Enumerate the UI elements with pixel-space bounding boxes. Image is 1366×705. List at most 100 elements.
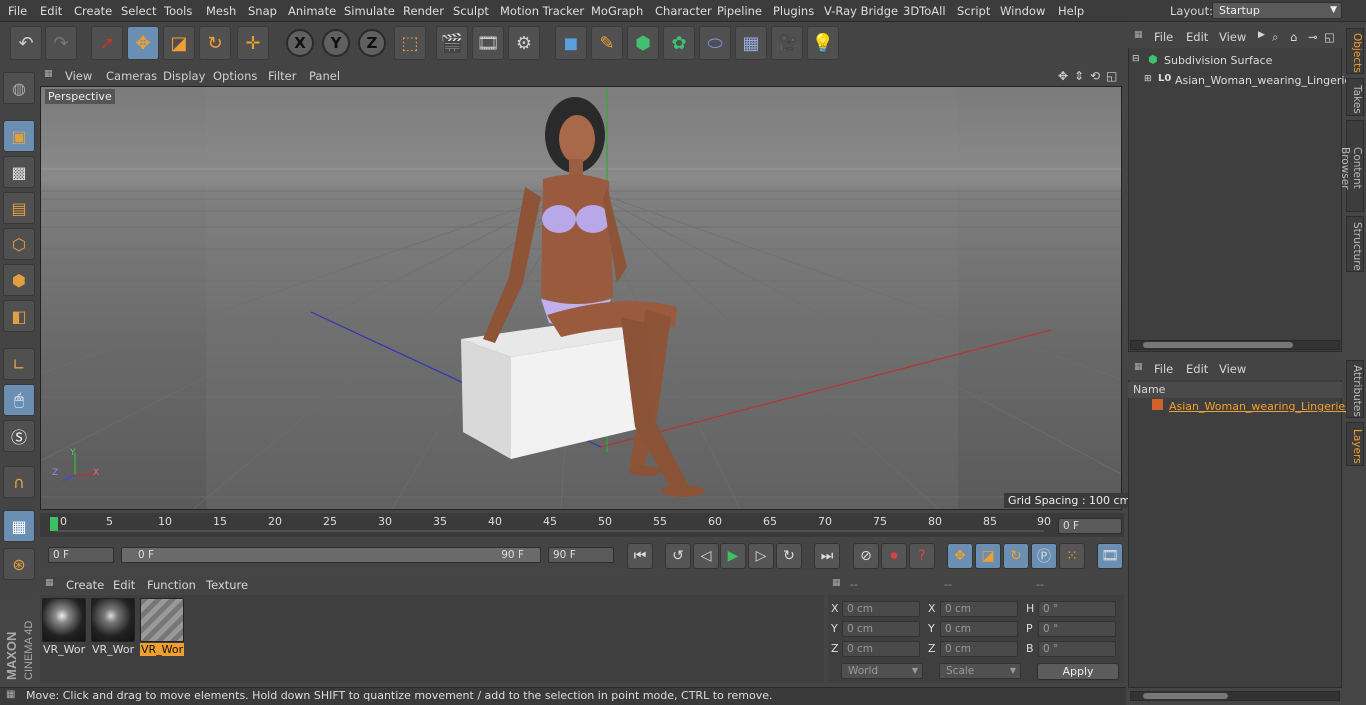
rotate-icon[interactable]: ↻ xyxy=(199,26,231,60)
timeline-ruler[interactable] xyxy=(40,513,1124,537)
menu-character[interactable]: Character xyxy=(655,4,712,18)
render-picture-viewer-icon[interactable]: 🎞 xyxy=(472,26,504,60)
viewport-menu-panel[interactable]: Panel xyxy=(309,69,340,83)
pen-icon[interactable]: ✎ xyxy=(591,26,623,60)
viewport-menu-display[interactable]: Display xyxy=(163,69,205,83)
end-frame-field[interactable]: 90 F xyxy=(548,547,614,563)
material-thumbnail[interactable] xyxy=(42,598,86,642)
key-scale-icon[interactable]: ◪ xyxy=(975,543,1001,569)
layer-menu-view[interactable]: View xyxy=(1219,362,1246,376)
material-menu-create[interactable]: Create xyxy=(66,578,104,592)
menu-edit[interactable]: Edit xyxy=(40,4,62,18)
material-name[interactable]: VR_Wor xyxy=(43,643,85,656)
axis-mode-icon[interactable]: ∟ xyxy=(3,348,35,380)
start-frame-field[interactable]: 0 F xyxy=(48,547,114,563)
menu-3dtoall[interactable]: 3DToAll xyxy=(903,4,946,18)
key-rotation-icon[interactable]: ↻ xyxy=(1003,543,1029,569)
object-hscroll[interactable] xyxy=(1130,340,1340,350)
material-name-selected[interactable]: VR_Wor xyxy=(140,643,185,656)
transform-mode-dropdown[interactable]: Scale ▼ xyxy=(939,663,1021,679)
layer-menu-file[interactable]: File xyxy=(1154,362,1173,376)
link-icon[interactable]: ⊸ xyxy=(1308,30,1318,44)
menu-motion-tracker[interactable]: Motion Tracker xyxy=(500,4,584,18)
tab-attributes[interactable]: Attributes xyxy=(1346,360,1364,418)
render-view-icon[interactable]: 🎬 xyxy=(436,26,468,60)
live-select-icon[interactable]: ✛ xyxy=(237,26,269,60)
pos-z-field[interactable]: 0 cm xyxy=(842,641,920,657)
y-axis-icon[interactable]: Y xyxy=(322,29,350,57)
object-hscroll-thumb[interactable] xyxy=(1143,342,1293,348)
cloner-icon[interactable]: ✿ xyxy=(663,26,695,60)
menu-simulate[interactable]: Simulate xyxy=(344,4,395,18)
workplane-lock-icon[interactable]: ▦ xyxy=(3,510,35,542)
tab-takes[interactable]: Takes xyxy=(1346,78,1364,116)
menu-pipeline[interactable]: Pipeline xyxy=(717,4,762,18)
search-icon[interactable]: ⌕ xyxy=(1272,30,1278,45)
material-name[interactable]: VR_Wor xyxy=(92,643,134,656)
undo-icon[interactable]: ↶ xyxy=(10,26,42,60)
viewport-menu-cameras[interactable]: Cameras xyxy=(106,69,157,83)
redo-icon[interactable]: ↷ xyxy=(45,26,77,60)
texture-mode-icon[interactable]: ▩ xyxy=(3,156,35,188)
rot-h-field[interactable]: 0 ° xyxy=(1038,601,1116,617)
viewport-zoom-icon[interactable]: ⇕ xyxy=(1074,69,1084,83)
material-menu-texture[interactable]: Texture xyxy=(206,578,248,592)
previous-key-icon[interactable]: ↺ xyxy=(665,543,691,569)
menu-mesh[interactable]: Mesh xyxy=(206,4,236,18)
autokey-icon[interactable]: ? xyxy=(909,543,935,569)
floor-icon[interactable]: ▦ xyxy=(735,26,767,60)
menu-snap[interactable]: Snap xyxy=(248,4,277,18)
current-frame-field[interactable]: 0 F xyxy=(1058,518,1122,534)
key-point-level-icon[interactable]: ⁙ xyxy=(1059,543,1085,569)
quantize-icon[interactable]: ⊛ xyxy=(3,548,35,580)
pos-y-field[interactable]: 0 cm xyxy=(842,621,920,637)
viewport-rotate-icon[interactable]: ⟲ xyxy=(1090,69,1100,83)
viewport-move-icon[interactable]: ✥ xyxy=(1058,69,1068,83)
record-icon[interactable]: ⏺ xyxy=(881,543,907,569)
next-frame-icon[interactable]: ▷ xyxy=(748,543,774,569)
layer-hscroll-thumb[interactable] xyxy=(1143,693,1228,699)
menu-mograph[interactable]: MoGraph xyxy=(591,4,643,18)
frame-range-slider[interactable]: 0 F 90 F xyxy=(121,547,541,563)
z-axis-icon[interactable]: Z xyxy=(358,29,386,57)
object-item-asian-woman[interactable]: Asian_Woman_wearing_Lingerie_ xyxy=(1175,74,1357,87)
subdivision-icon[interactable]: ⬢ xyxy=(627,26,659,60)
coordinate-mode-dropdown[interactable]: World ▼ xyxy=(841,663,923,679)
menu-plugins[interactable]: Plugins xyxy=(773,4,814,18)
apply-button[interactable]: Apply xyxy=(1037,663,1119,680)
menu-select[interactable]: Select xyxy=(121,4,156,18)
menu-animate[interactable]: Animate xyxy=(288,4,336,18)
edges-mode-icon[interactable]: ⬢ xyxy=(3,264,35,296)
key-position-icon[interactable]: ✥ xyxy=(947,543,973,569)
x-axis-icon[interactable]: X xyxy=(286,29,314,57)
size-y-field[interactable]: 0 cm xyxy=(940,621,1018,637)
workplane-icon[interactable]: ▤ xyxy=(3,192,35,224)
home-icon[interactable]: ⌂ xyxy=(1290,30,1297,44)
play-icon[interactable]: ▶ xyxy=(720,543,746,569)
move-icon[interactable]: ✥ xyxy=(127,26,159,60)
go-to-end-icon[interactable]: ⏭ xyxy=(814,543,840,569)
rot-p-field[interactable]: 0 ° xyxy=(1038,621,1116,637)
next-key-icon[interactable]: ↻ xyxy=(776,543,802,569)
viewport-menu-filter[interactable]: Filter xyxy=(268,69,296,83)
size-x-field[interactable]: 0 cm xyxy=(940,601,1018,617)
layer-color-swatch[interactable] xyxy=(1152,399,1163,410)
polygons-mode-icon[interactable]: ◧ xyxy=(3,300,35,332)
light-icon[interactable]: 💡 xyxy=(807,26,839,60)
viewport-menu-options[interactable]: Options xyxy=(213,69,257,83)
select-icon[interactable]: ➚ xyxy=(91,26,123,60)
tab-objects[interactable]: Objects xyxy=(1346,28,1364,74)
menu-create[interactable]: Create xyxy=(74,4,112,18)
make-editable-icon[interactable]: ◍ xyxy=(3,72,35,104)
menu-window[interactable]: Window xyxy=(1000,4,1045,18)
pos-x-field[interactable]: 0 cm xyxy=(842,601,920,617)
menu-render[interactable]: Render xyxy=(403,4,444,18)
object-menu-view[interactable]: View xyxy=(1219,30,1246,44)
key-parameter-icon[interactable]: Ⓟ xyxy=(1031,543,1057,569)
material-menu-function[interactable]: Function xyxy=(147,578,196,592)
tree-expand-icon[interactable]: ⊟ xyxy=(1132,54,1140,64)
menu-tools[interactable]: Tools xyxy=(164,4,192,18)
points-mode-icon[interactable]: ⬡ xyxy=(3,228,35,260)
timeline-window-icon[interactable]: 🎞 xyxy=(1097,543,1123,569)
render-settings-icon[interactable]: ⚙ xyxy=(508,26,540,60)
